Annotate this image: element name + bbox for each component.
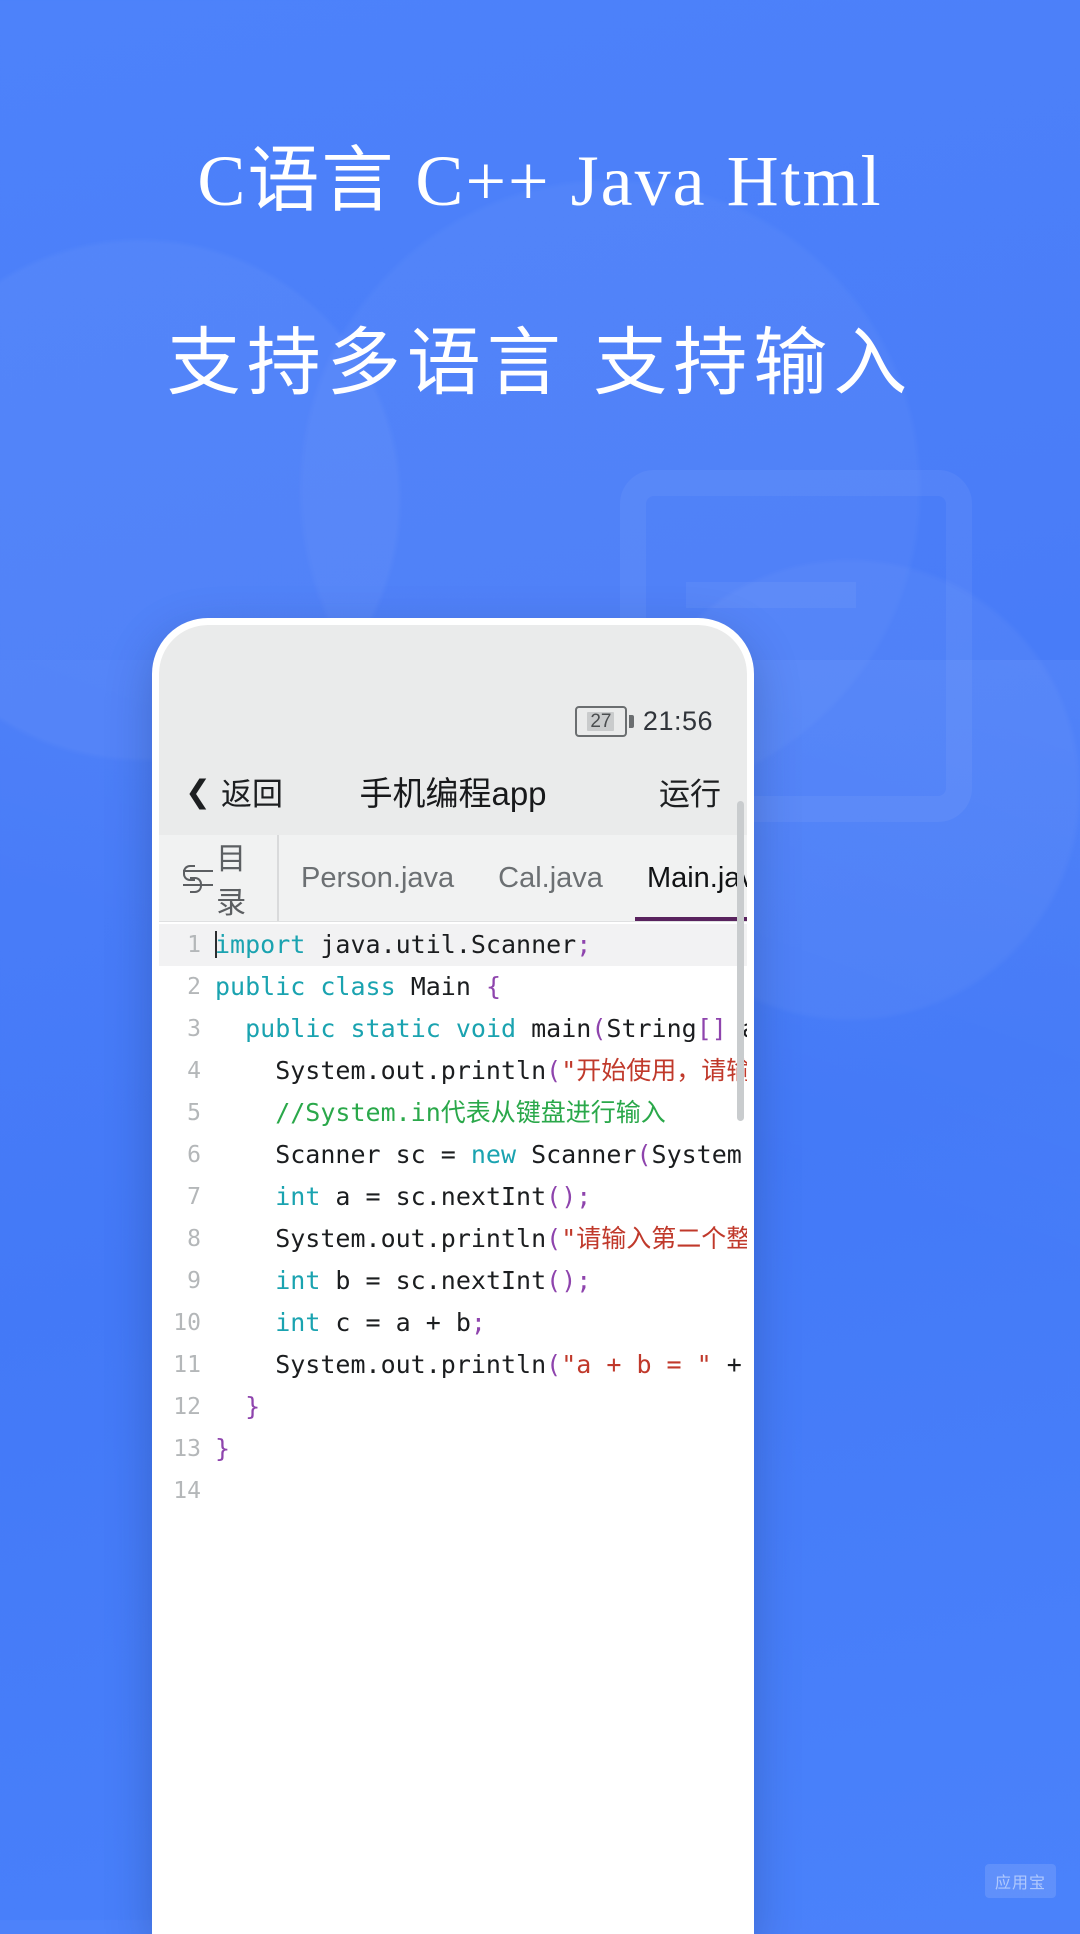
phone-mockup: 27 21:56 ❮ 返回 手机编程app 运行 目录 Person.java <box>152 618 754 1934</box>
line-number: 9 <box>187 1268 201 1294</box>
code-line-text: int c = a + b; <box>275 1308 486 1337</box>
code-line[interactable]: 13} <box>159 1428 747 1470</box>
code-line-text: Scanner sc = new Scanner(System.in); <box>215 1140 747 1169</box>
battery-icon: 27 <box>574 706 634 737</box>
code-editor[interactable]: 1 import java.util.Scanner; 2 public class … <box>159 922 747 1512</box>
line-number: 2 <box>187 974 201 1000</box>
phone-volume-down-button[interactable] <box>747 1045 754 1173</box>
line-number: 8 <box>187 1226 201 1252</box>
code-line-text: int b = sc.nextInt(); <box>275 1266 592 1295</box>
nav-bar: ❮ 返回 手机编程app 运行 <box>159 747 747 835</box>
code-line-text: int a = sc.nextInt(); <box>275 1182 592 1211</box>
code-line-text: public class Main { <box>215 972 502 1001</box>
line-number: 7 <box>187 1184 201 1210</box>
chevron-left-icon: ❮ <box>185 773 211 809</box>
code-line-text: //System.in代表从键盘进行输入 <box>215 1098 666 1127</box>
code-line[interactable]: 5 //System.in代表从键盘进行输入 <box>159 1092 747 1134</box>
status-bar-clock: 21:56 <box>642 706 713 736</box>
code-line-text: public static void main(String[] args){ <box>245 1014 747 1043</box>
line-number: 10 <box>173 1310 201 1336</box>
phone-power-button[interactable] <box>152 1065 159 1165</box>
swap-icon <box>183 865 214 893</box>
code-line[interactable]: 14 <box>159 1470 747 1512</box>
line-number: 4 <box>187 1058 201 1084</box>
back-button-label: 返回 <box>220 776 283 812</box>
code-line-text: System.out.println("请输入第二个整数吧。"); <box>215 1224 747 1253</box>
code-line-text: System.out.println("a + b = " + c); <box>215 1350 742 1379</box>
promo-headline-primary: C语言 C++ Java Html <box>197 141 883 221</box>
code-line[interactable]: 4 System.out.println("开始使用，请输入第一个整数吧。"); <box>159 1050 747 1092</box>
line-number: 13 <box>173 1436 201 1462</box>
line-number: 11 <box>173 1352 201 1378</box>
code-line[interactable]: 11 System.out.println("a + b = " + c); <box>159 1344 747 1386</box>
code-line[interactable]: 9 int b = sc.nextInt(); <box>159 1260 747 1302</box>
code-line[interactable]: 7 int a = sc.nextInt(); <box>159 1176 747 1218</box>
code-line-text: } <box>215 1434 231 1463</box>
code-line[interactable]: 2 public class Main { <box>159 966 747 1008</box>
tab-bar: 目录 Person.java Cal.java Main.java <box>159 835 747 922</box>
tab-cal-java[interactable]: Cal.java <box>476 835 625 921</box>
line-number: 14 <box>173 1478 201 1504</box>
phone-screen: 27 21:56 ❮ 返回 手机编程app 运行 目录 Person.java <box>159 625 747 1927</box>
code-line[interactable]: 12 } <box>159 1386 747 1428</box>
app-store-watermark: 应用宝 <box>984 1864 1056 1898</box>
status-bar-right: 27 21:56 <box>574 706 713 737</box>
phone-volume-up-button[interactable] <box>747 935 754 1013</box>
run-button[interactable]: 运行 <box>659 769 721 814</box>
line-number: 12 <box>173 1394 201 1420</box>
line-number: 6 <box>187 1142 201 1168</box>
code-line[interactable]: 1 import java.util.Scanner; <box>159 924 747 966</box>
line-number: 5 <box>187 1100 201 1126</box>
directory-label: 目录 <box>216 843 247 920</box>
tab-main-java[interactable]: Main.java <box>625 835 747 921</box>
code-line-text: } <box>245 1392 261 1421</box>
code-line[interactable]: 10 int c = a + b; <box>159 1302 747 1344</box>
code-line-text: System.out.println("开始使用，请输入第一个整数吧。"); <box>215 1056 747 1085</box>
tab-person-java[interactable]: Person.java <box>279 835 476 921</box>
code-line-text: import java.util.Scanner; <box>215 930 592 959</box>
code-line[interactable]: 3 public static void main(String[] args)… <box>159 1008 747 1050</box>
status-bar: 27 21:56 <box>159 625 747 747</box>
code-line[interactable]: 6 Scanner sc = new Scanner(System.in); <box>159 1134 747 1176</box>
back-button[interactable]: ❮ 返回 <box>185 769 283 814</box>
battery-percent-label: 27 <box>587 712 615 731</box>
editor-scrollbar[interactable] <box>737 801 744 1121</box>
line-number: 3 <box>187 1016 201 1042</box>
line-number: 1 <box>187 932 201 958</box>
directory-button[interactable]: 目录 <box>159 835 279 921</box>
promo-headline-secondary: 支持多语言 支持输入 <box>166 321 914 404</box>
code-line[interactable]: 8 System.out.println("请输入第二个整数吧。"); <box>159 1218 747 1260</box>
